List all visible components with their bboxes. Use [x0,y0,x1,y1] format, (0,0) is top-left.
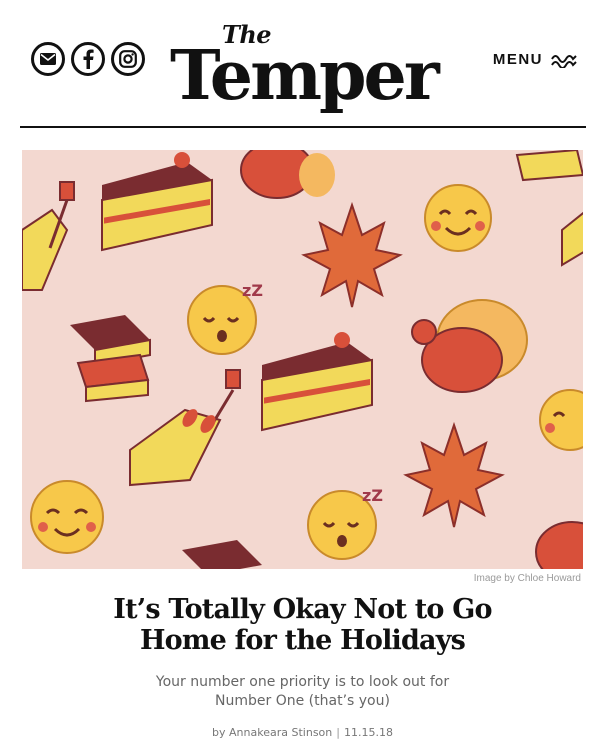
books [182,540,262,569]
menu-button[interactable]: MENU [493,51,577,68]
social-links [31,42,145,76]
svg-text:zZ: zZ [242,281,263,300]
hand-with-nail-polish [561,211,583,267]
site-header: The Temper MENU [0,0,605,128]
maple-leaf [301,201,403,308]
hand-with-nail-polish [22,181,75,291]
article-headline[interactable]: It’s Totally Okay Not to Go Home for the… [60,594,545,656]
sleepy-face: zZ [187,281,263,355]
facebook-link[interactable] [71,42,105,76]
svg-text:zZ: zZ [362,486,383,505]
author-name[interactable]: by Annakeara Stinson [212,726,332,739]
logo-name: Temper [170,36,440,116]
image-credit: Image by Chloe Howard [473,573,581,584]
smiley-face [30,480,104,554]
menu-label: MENU [492,51,543,68]
publish-date: 11.15.18 [343,726,393,739]
instagram-link[interactable] [111,42,145,76]
smiley-face [424,184,492,252]
article-byline: by Annakeara Stinson | 11.15.18 [100,726,505,739]
books [70,315,151,403]
sleepy-face: zZ [307,486,383,560]
cake-slice [261,332,373,432]
turkey [240,150,335,199]
headline-line-2: Home for the Holidays [139,625,466,656]
mail-icon [40,53,56,65]
dek-line-2: Number One (that’s you) [215,693,390,709]
byline-separator: | [336,726,340,739]
mail-link[interactable] [31,42,65,76]
header-divider [20,126,586,128]
dek-line-1: Your number one priority is to look out … [155,674,450,690]
instagram-icon [119,50,137,68]
cake-slice [101,152,213,252]
turkey [535,521,583,569]
turkey [411,299,528,393]
site-logo[interactable]: The Temper [170,18,440,116]
article-dek: Your number one priority is to look out … [140,673,465,711]
maple-leaf [403,421,505,528]
facebook-icon [83,49,94,69]
hero-image: zZ zZ [22,150,583,569]
smiley-face [539,389,583,451]
headline-line-1: It’s Totally Okay Not to Go [113,594,492,625]
menu-wave-icon [551,54,577,68]
books [515,150,583,182]
holiday-pattern-illustration: zZ zZ [22,150,583,569]
